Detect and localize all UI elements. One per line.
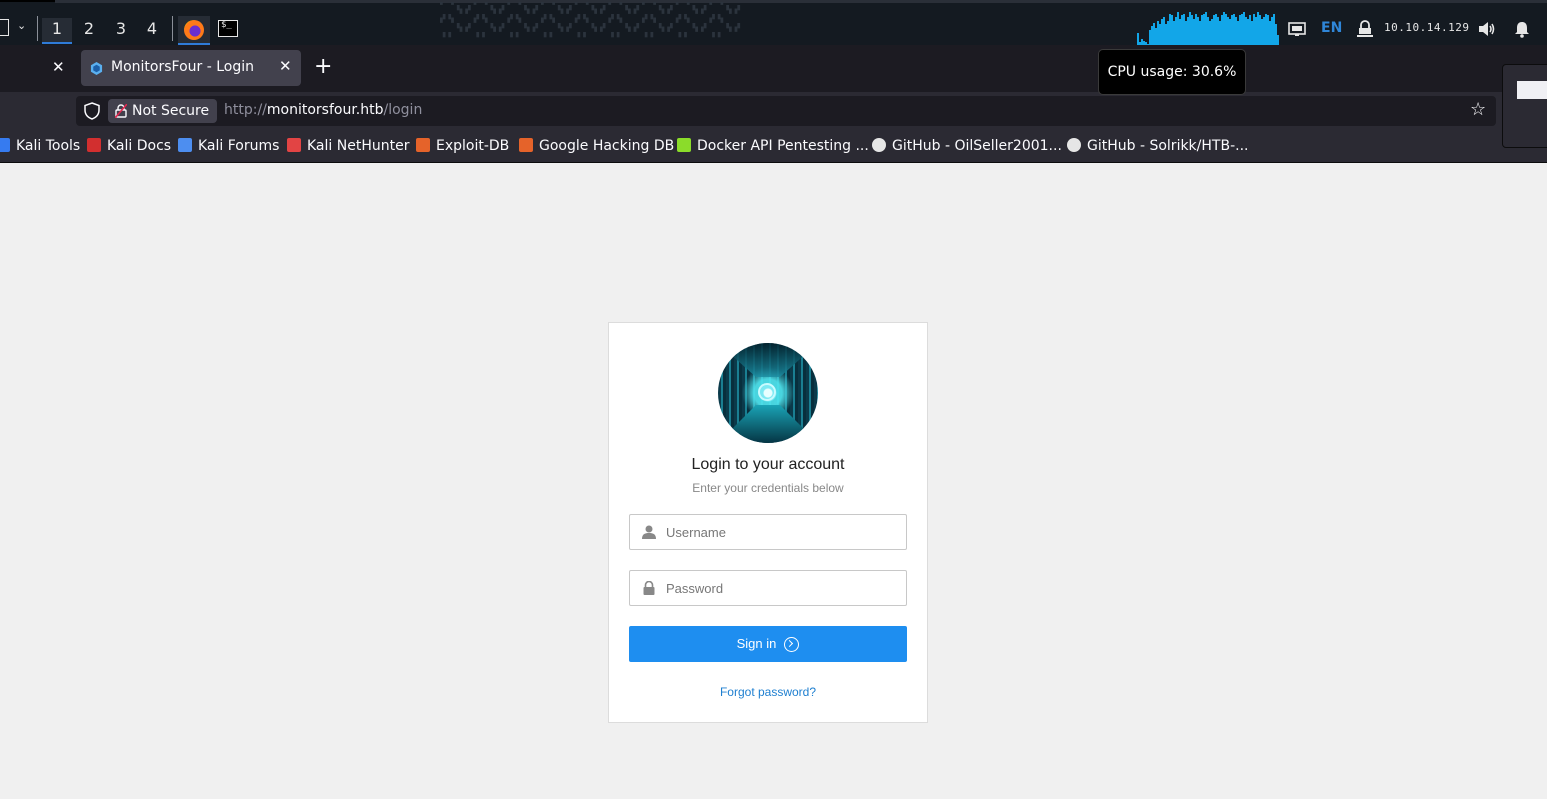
url-host: monitorsfour.htb bbox=[266, 102, 384, 118]
lock-icon bbox=[643, 581, 655, 595]
arrow-right-circle-icon bbox=[784, 637, 800, 652]
bookmark-exploit-db[interactable]: Exploit-DB bbox=[416, 137, 509, 155]
server-room-logo bbox=[718, 343, 818, 443]
kali-forums-icon bbox=[178, 138, 192, 152]
bookmark-kali-docs[interactable]: Kali Docs bbox=[87, 137, 171, 155]
username-field[interactable] bbox=[629, 514, 907, 550]
insecure-lock-icon bbox=[115, 104, 127, 118]
password-field[interactable] bbox=[629, 570, 907, 606]
bookmark-label: Docker API Pentesting ... bbox=[697, 138, 869, 154]
site-favicon-icon bbox=[90, 62, 103, 75]
login-subtitle: Enter your credentials below bbox=[692, 481, 844, 495]
cpu-tooltip: CPU usage: 30.6% bbox=[1098, 49, 1246, 95]
url-path: /login bbox=[383, 102, 423, 118]
kali-nethunter-icon bbox=[287, 138, 301, 152]
kali-tools-icon bbox=[0, 138, 10, 152]
cpu-graph[interactable] bbox=[1137, 10, 1279, 46]
workspace-2[interactable]: 2 bbox=[74, 18, 104, 42]
tab-bar: ✕ MonitorsFour - Login ✕ + bbox=[0, 45, 1547, 92]
bell-icon[interactable] bbox=[1514, 21, 1530, 38]
bookmark-docker-api[interactable]: Docker API Pentesting ... bbox=[677, 137, 869, 155]
bookmark-label: Kali Tools bbox=[16, 138, 81, 154]
bookmark-label: Kali Docs bbox=[107, 138, 172, 154]
logo-floor bbox=[718, 405, 818, 443]
bookmark-label: Kali NetHunter bbox=[307, 138, 410, 154]
nav-bar: Not Secure http://monitorsfour.htb/login… bbox=[0, 92, 1547, 130]
url-scheme: http:// bbox=[224, 102, 267, 118]
extension-popup-edge[interactable] bbox=[1502, 64, 1547, 148]
password-input[interactable] bbox=[666, 571, 896, 605]
bookmark-kali-nethunter[interactable]: Kali NetHunter bbox=[287, 137, 409, 155]
bookmark-star-icon[interactable]: ☆ bbox=[1470, 99, 1486, 120]
bookmark-github-oilseller[interactable]: GitHub - OilSeller2001... bbox=[872, 137, 1062, 155]
exploit-db-icon bbox=[416, 138, 430, 152]
url-text[interactable]: http://monitorsfour.htb/login bbox=[224, 102, 422, 118]
sign-in-button[interactable]: Sign in bbox=[629, 626, 907, 662]
desktop-panel: ⌄ 1 2 3 4 $_ ▘▝▖▗▘▝▖▗▘▝▖▗▘▝▖▗▘▝▖▗▘▝▖▗▘▝▖… bbox=[0, 0, 1547, 46]
logo-ceiling bbox=[718, 343, 818, 377]
vpn-icon[interactable] bbox=[1357, 20, 1373, 38]
bookmark-label: Exploit-DB bbox=[436, 138, 510, 154]
window-icon[interactable] bbox=[0, 19, 9, 36]
github-icon bbox=[872, 138, 886, 152]
github-icon bbox=[1067, 138, 1081, 152]
bookmark-kali-tools[interactable]: Kali Tools bbox=[0, 137, 80, 155]
shield-icon[interactable] bbox=[84, 102, 100, 120]
logo-ring bbox=[758, 383, 776, 401]
kali-docs-icon bbox=[87, 138, 101, 152]
volume-icon[interactable] bbox=[1478, 20, 1496, 38]
docker-api-icon bbox=[677, 138, 691, 152]
panel-separator bbox=[172, 16, 173, 41]
security-label: Not Secure bbox=[132, 103, 210, 119]
close-icon[interactable]: ✕ bbox=[52, 58, 65, 76]
bookmarks-toolbar: Kali Tools Kali Docs Kali Forums Kali Ne… bbox=[0, 130, 1547, 163]
workspace-1[interactable]: 1 bbox=[42, 18, 72, 44]
google-hacking-db-icon bbox=[519, 138, 533, 152]
tab-monitorsfour-login[interactable]: MonitorsFour - Login ✕ bbox=[81, 50, 301, 86]
sign-in-label: Sign in bbox=[736, 636, 777, 651]
chevron-down-icon[interactable]: ⌄ bbox=[17, 19, 26, 32]
bookmark-kali-forums[interactable]: Kali Forums bbox=[178, 137, 279, 155]
panel-separator bbox=[37, 16, 38, 41]
extension-popup-preview bbox=[1517, 81, 1547, 99]
new-tab-button[interactable]: + bbox=[314, 54, 332, 80]
wallpaper-matrix-decoration: ▘▝▖▗▘▝▖▗▘▝▖▗▘▝▖▗▘▝▖▗▘▝▖▗▘▝▖▗▘▝▖▗▘▝▖▗ ▗▖▝▘… bbox=[440, 2, 744, 38]
page-content: Login to your account Enter your credent… bbox=[0, 163, 1547, 799]
bookmark-github-solrikk[interactable]: GitHub - Solrikk/HTB-... bbox=[1067, 137, 1248, 155]
firefox-icon bbox=[184, 20, 204, 40]
login-card: Login to your account Enter your credent… bbox=[608, 322, 928, 723]
forgot-password-link[interactable]: Forgot password? bbox=[609, 685, 927, 699]
close-icon[interactable]: ✕ bbox=[279, 57, 292, 75]
tab-title: MonitorsFour - Login bbox=[111, 59, 254, 75]
url-bar[interactable]: Not Secure http://monitorsfour.htb/login… bbox=[76, 96, 1496, 126]
bookmark-label: Kali Forums bbox=[198, 138, 280, 154]
ip-address: 10.10.14.129 bbox=[1384, 21, 1470, 34]
network-icon[interactable] bbox=[1288, 21, 1306, 37]
bookmark-google-hacking-db[interactable]: Google Hacking DB bbox=[519, 137, 674, 155]
bookmark-label: GitHub - Solrikk/HTB-... bbox=[1087, 138, 1249, 154]
bookmark-label: Google Hacking DB bbox=[539, 138, 675, 154]
login-title: Login to your account bbox=[691, 456, 845, 473]
workspace-4[interactable]: 4 bbox=[137, 18, 167, 42]
keyboard-layout[interactable]: EN bbox=[1321, 20, 1342, 36]
username-input[interactable] bbox=[666, 515, 896, 549]
workspace-3[interactable]: 3 bbox=[106, 18, 136, 42]
firefox-launcher[interactable] bbox=[178, 16, 210, 45]
user-icon bbox=[642, 525, 656, 539]
bookmark-label: GitHub - OilSeller2001... bbox=[892, 138, 1062, 154]
security-indicator[interactable]: Not Secure bbox=[108, 99, 218, 123]
terminal-icon[interactable]: $_ bbox=[218, 20, 238, 37]
